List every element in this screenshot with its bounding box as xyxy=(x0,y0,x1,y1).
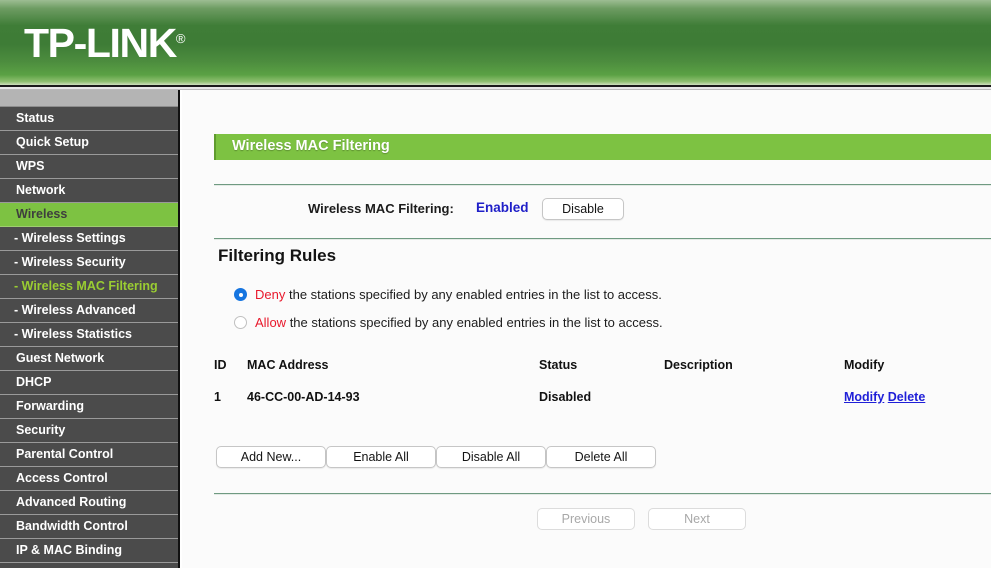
sidebar-item-bandwidth-control[interactable]: Bandwidth Control xyxy=(0,515,178,539)
pagination-controls: Previous Next xyxy=(182,508,991,532)
section-divider-top xyxy=(214,184,991,185)
masthead-banner: TP-LINK® xyxy=(0,0,991,85)
filtering-rule-deny[interactable]: Deny the stations specified by any enabl… xyxy=(234,286,662,306)
disable-all-button[interactable]: Disable All xyxy=(436,446,546,468)
column-header-modify: Modify xyxy=(844,358,885,372)
mac-filter-table-head: ID MAC Address Status Description Modify xyxy=(214,358,991,382)
brand-name: TP-LINK xyxy=(24,20,177,66)
cell-mac-address: 46-CC-00-AD-14-93 xyxy=(247,390,360,404)
rule-deny-keyword: Deny xyxy=(255,287,286,302)
modify-link[interactable]: Modify xyxy=(844,390,884,404)
sidebar-item-advanced-routing[interactable]: Advanced Routing xyxy=(0,491,178,515)
sidebar-top-cap xyxy=(0,90,178,107)
sidebar-item-wireless-statistics[interactable]: - Wireless Statistics xyxy=(0,323,178,347)
column-header-status: Status xyxy=(539,358,578,372)
enable-all-button[interactable]: Enable All xyxy=(326,446,436,468)
table-row: 1 46-CC-00-AD-14-93 Disabled Modify Delete xyxy=(214,382,991,404)
sidebar-item-ip-mac-binding[interactable]: IP & MAC Binding xyxy=(0,539,178,563)
sidebar-item-quick-setup[interactable]: Quick Setup xyxy=(0,131,178,155)
registered-trademark-icon: ® xyxy=(175,31,186,46)
sidebar-item-wireless-advanced[interactable]: - Wireless Advanced xyxy=(0,299,178,323)
radio-allow[interactable] xyxy=(234,316,247,329)
column-header-description: Description xyxy=(664,358,733,372)
sidebar-item-wireless-mac-filtering[interactable]: - Wireless MAC Filtering xyxy=(0,275,178,299)
rule-allow-keyword: Allow xyxy=(255,315,287,330)
delete-link[interactable]: Delete xyxy=(888,390,926,404)
section-divider-rules xyxy=(214,238,991,239)
sidebar-item-network[interactable]: Network xyxy=(0,179,178,203)
section-divider-bottom xyxy=(214,493,991,494)
mac-filtering-label: Wireless MAC Filtering: xyxy=(308,201,454,216)
mac-filter-table: ID MAC Address Status Description Modify… xyxy=(214,358,991,404)
sidebar-item-parental-control[interactable]: Parental Control xyxy=(0,443,178,467)
table-header-row: ID MAC Address Status Description Modify xyxy=(214,358,991,382)
cell-status: Disabled xyxy=(539,390,592,404)
sidebar-navigation: Status Quick Setup WPS Network Wireless - Wir… xyxy=(0,90,180,568)
table-action-buttons: Add New... Enable All Disable All Delete… xyxy=(182,446,991,470)
delete-all-button[interactable]: Delete All xyxy=(546,446,656,468)
mac-filter-table-body: 1 46-CC-00-AD-14-93 Disabled Modify Delete xyxy=(214,382,991,404)
sidebar-item-wireless[interactable]: Wireless xyxy=(0,203,178,227)
main-content-panel: Wireless MAC Filtering Wireless MAC Filt… xyxy=(182,90,991,568)
sidebar-item-wps[interactable]: WPS xyxy=(0,155,178,179)
column-header-id: ID xyxy=(214,358,227,372)
sidebar-item-security[interactable]: Security xyxy=(0,419,178,443)
sidebar-menu-list: Status Quick Setup WPS Network Wireless - Wir… xyxy=(0,107,178,563)
add-new-button[interactable]: Add New... xyxy=(216,446,326,468)
sidebar-item-wireless-settings[interactable]: - Wireless Settings xyxy=(0,227,178,251)
previous-page-button[interactable]: Previous xyxy=(537,508,635,530)
page-title: Wireless MAC Filtering xyxy=(232,138,390,154)
mac-filtering-status-value: Enabled xyxy=(476,200,529,215)
sidebar-item-access-control[interactable]: Access Control xyxy=(0,467,178,491)
sidebar-item-dhcp[interactable]: DHCP xyxy=(0,371,178,395)
sidebar-item-guest-network[interactable]: Guest Network xyxy=(0,347,178,371)
next-page-button[interactable]: Next xyxy=(648,508,746,530)
disable-button[interactable]: Disable xyxy=(542,198,624,220)
sidebar-item-wireless-security[interactable]: - Wireless Security xyxy=(0,251,178,275)
tp-link-logo: TP-LINK® xyxy=(24,23,186,64)
cell-id: 1 xyxy=(214,390,221,404)
mac-filtering-enable-row: Wireless MAC Filtering: Enabled Disable xyxy=(182,198,991,224)
column-header-mac-address: MAC Address xyxy=(247,358,329,372)
radio-deny[interactable] xyxy=(234,288,247,301)
rule-deny-text: the stations specified by any enabled en… xyxy=(285,287,662,302)
rule-allow-text: the stations specified by any enabled en… xyxy=(286,315,663,330)
cell-description xyxy=(664,382,844,404)
sidebar-item-forwarding[interactable]: Forwarding xyxy=(0,395,178,419)
cell-modify-actions: Modify Delete xyxy=(844,382,991,404)
filtering-rule-allow[interactable]: Allow the stations specified by any enab… xyxy=(234,314,663,334)
sidebar-item-status[interactable]: Status xyxy=(0,107,178,131)
page-title-banner: Wireless MAC Filtering xyxy=(214,134,991,160)
filtering-rules-heading: Filtering Rules xyxy=(218,246,337,265)
